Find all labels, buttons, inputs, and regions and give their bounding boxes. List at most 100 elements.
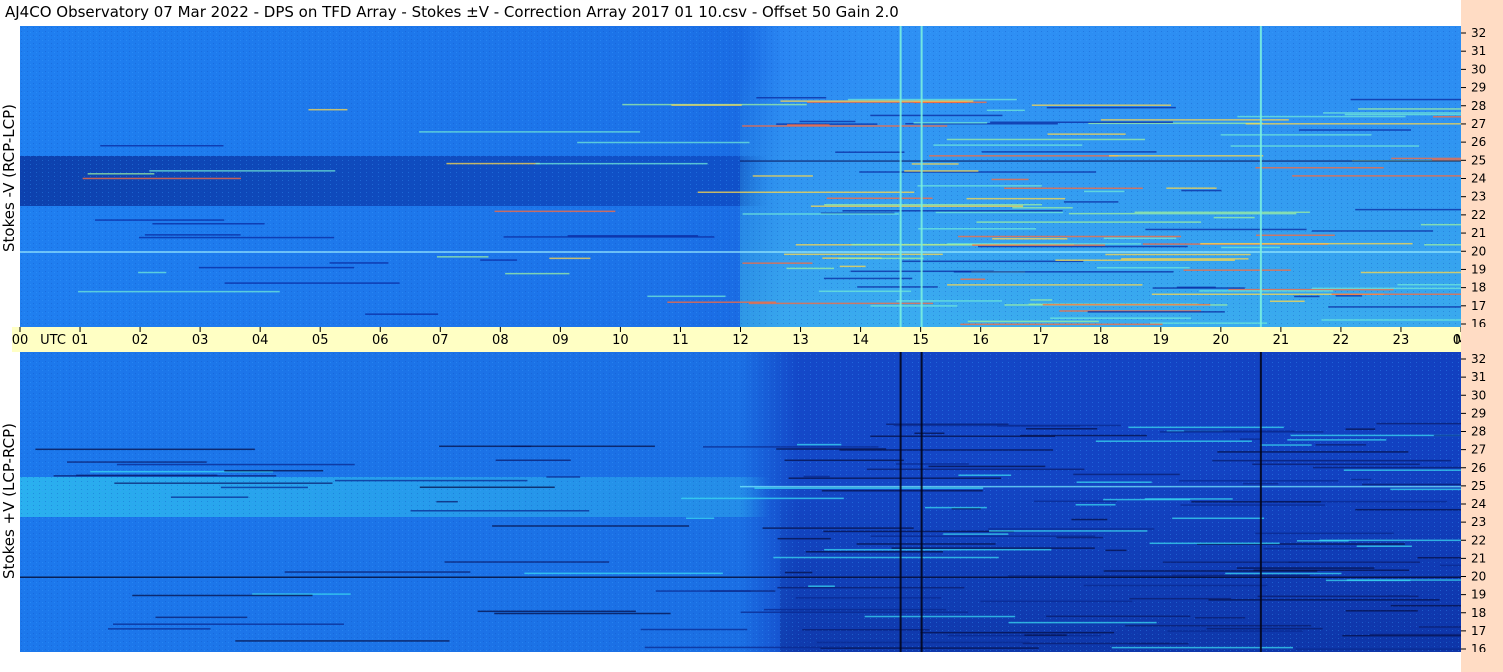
spectral-streak [132,594,313,597]
spectral-streak [66,461,207,463]
spectral-streak [1055,259,1235,261]
spectral-streak [436,500,458,503]
spectral-streak [1111,646,1293,649]
spectral-streak [1319,539,1461,542]
spectral-streak [795,597,942,599]
spectral-streak [1433,434,1461,437]
spectral-streak [988,528,1155,530]
spectral-streak [1313,466,1461,469]
spectral-streak [803,475,830,478]
spectral-streak [870,114,1003,117]
spectral-streak [1230,145,1420,147]
spectral-streak [1355,208,1461,211]
spectral-streak [924,506,987,509]
freq-tick-label: 25 [1471,153,1486,167]
time-axis-ticks: 00 01 02 03 04 05 06 07 08 09 10 11 12 13 14 15 16 17 18 19… [12,327,1461,348]
spectral-streak [477,610,636,613]
spectral-streak [667,301,777,303]
spectral-streak [742,262,813,264]
spectral-streak [138,271,167,274]
interference-vline [899,26,902,327]
spectral-streak [788,477,1002,479]
top-panel-ylabel: Stokes -V (RCP-LCP) [0,104,18,252]
spectral-streak [784,571,813,574]
spectral-streak [784,459,904,462]
freq-tick-label: 16 [1471,642,1486,652]
spectral-streak [1012,207,1073,209]
spectral-streak [986,109,1025,112]
spectral-streak [780,100,974,102]
spectral-streak [842,210,1063,212]
spectral-streak [655,590,751,592]
spectral-streak [946,138,1145,141]
spectral-streak [911,163,959,165]
spectral-streak [113,623,344,625]
spectral-streak [1263,547,1368,550]
spectral-streak [913,122,988,124]
spectral-streak [1292,175,1461,177]
spectral-streak [1253,569,1410,572]
spectral-streak [224,282,400,284]
spectral-streak [1321,319,1461,321]
time-tick-label: 12 [732,333,749,348]
spectral-streak [752,175,813,177]
freq-tick-label: 20 [1471,570,1486,584]
spectral-streak [116,463,355,466]
spectral-streak [1095,440,1252,442]
spectral-streak [1323,112,1461,114]
spectral-streak [958,474,1012,476]
spectral-streak [1152,287,1245,289]
spectral-streak [870,305,958,307]
interference-vline [899,352,902,652]
spectral-streak [820,647,1039,649]
freq-tick-label: 29 [1471,406,1486,420]
spectral-streak [866,468,1085,471]
spectral-streak [53,475,277,477]
spectral-streak [1237,115,1406,118]
spectral-streak [1355,508,1461,511]
spectral-streak [1150,322,1268,324]
spectral-streak [929,155,1118,157]
spectral-streak [740,611,969,614]
time-tick-label: 16 [972,333,989,348]
spectral-streak [1076,481,1152,483]
spectral-streak [114,482,333,484]
spectral-streak [702,446,879,448]
spectral-streak [494,210,616,213]
spectral-streak [1252,463,1420,466]
spectral-streak [1075,504,1116,506]
spectral-streak [1181,189,1222,192]
spectral-streak [763,608,947,611]
freq-tick-label: 21 [1471,551,1486,565]
spectral-streak [966,197,1066,200]
spectral-streak [419,486,555,489]
spectral-streak [155,616,248,619]
spectral-streak [1083,190,1125,193]
spectral-streak [1103,237,1177,240]
spectral-streak [978,245,1188,248]
freq-tick-label: 26 [1471,135,1486,149]
spectral-streak [1199,290,1334,292]
spectral-streak [1351,478,1372,481]
spectral-streak [960,323,1163,326]
spectral-streak [1050,317,1192,319]
spectral-streak [1008,621,1157,624]
spectral-streak [252,593,351,595]
spectral-streak [1343,469,1461,471]
top-spectrogram [20,26,1461,327]
spectral-streak [1063,201,1119,203]
spectral-streak [933,144,1083,146]
spectral-streak [235,640,450,642]
freq-tick-label: 23 [1471,190,1486,204]
time-tick-label: 04 [252,333,269,348]
spectral-streak [334,479,528,482]
spectral-streak [1071,518,1108,521]
spectral-streak [748,302,934,305]
spectral-streak [308,108,348,111]
spectral-streak [777,537,831,540]
spectral-streak [914,432,945,435]
spectral-streak [1129,597,1232,600]
carrier-line-25mhz [740,160,1461,162]
spectral-streak [1294,295,1320,298]
spectral-streak [1200,242,1413,245]
